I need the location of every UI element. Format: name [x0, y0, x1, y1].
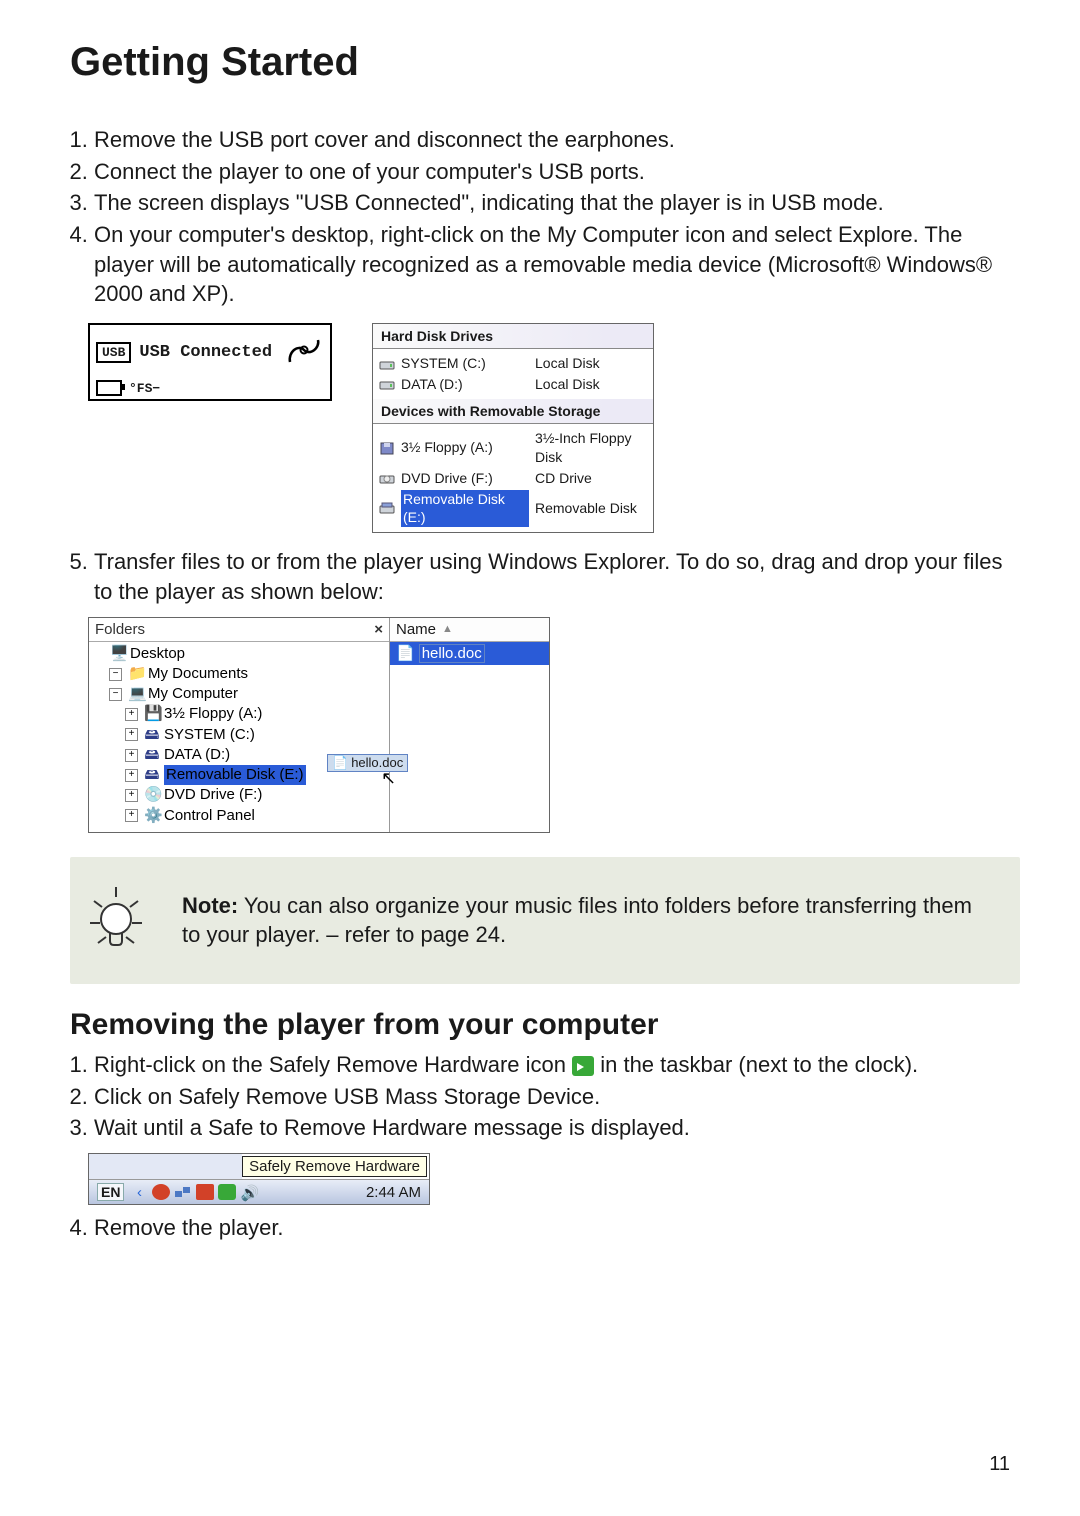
tray-ati-icon[interactable] — [196, 1184, 214, 1200]
figures-usb-and-drives: USB USB Connected °FS− Hard Disk Drives … — [88, 323, 1020, 533]
figure-mycomputer-drives: Hard Disk Drives SYSTEM (C:) Local Disk … — [372, 323, 654, 533]
drive-label: SYSTEM (C:) — [401, 354, 529, 373]
word-doc-icon: 📄 — [396, 644, 415, 662]
main-steps-list: Remove the USB port cover and disconnect… — [70, 125, 1020, 309]
hard-disk-icon: 🖴 — [144, 725, 160, 745]
computer-icon: 💻 — [128, 684, 144, 704]
figure-taskbar-tray: Safely Remove Hardware EN ‹ 🔊 2:44 AM — [88, 1153, 1020, 1205]
column-name: Name — [396, 621, 436, 638]
drive-type: Local Disk — [535, 375, 647, 394]
expand-toggle-icon[interactable]: + — [125, 789, 138, 802]
tray-clock: 2:44 AM — [366, 1184, 421, 1201]
folder-icon: 📁 — [128, 664, 144, 684]
page-title: Getting Started — [70, 40, 1020, 85]
floppy-icon: 💾 — [144, 704, 160, 724]
hard-disk-icon: 🖴 — [144, 745, 160, 765]
drive-label: 3½ Floppy (A:) — [401, 438, 529, 457]
hard-disk-icon — [379, 357, 395, 371]
remove-step-3: Wait until a Safe to Remove Hardware mes… — [94, 1113, 1020, 1143]
drive-type: Removable Disk — [535, 499, 647, 518]
expand-toggle-icon[interactable]: + — [125, 769, 138, 782]
battery-icon — [96, 380, 122, 396]
drive-row: DVD Drive (F:) CD Drive — [379, 468, 647, 489]
sort-asc-icon: ▲ — [442, 623, 453, 635]
hard-disk-icon — [379, 377, 395, 391]
subsection-title: Removing the player from your computer — [70, 1008, 1020, 1042]
loop-icon — [286, 338, 324, 366]
safely-remove-hardware-icon — [572, 1056, 594, 1076]
expand-toggle-icon[interactable]: + — [125, 749, 138, 762]
step-3: The screen displays "USB Connected", ind… — [94, 188, 1020, 218]
remove-steps-list-cont: Remove the player. — [70, 1213, 1020, 1243]
group-hard-disk-drives: Hard Disk Drives — [373, 324, 653, 349]
step-1: Remove the USB port cover and disconnect… — [94, 125, 1020, 155]
expand-toggle-icon[interactable]: − — [109, 668, 122, 681]
safely-remove-hardware-icon[interactable] — [218, 1184, 236, 1200]
tooltip-safely-remove: Safely Remove Hardware — [242, 1156, 427, 1177]
drive-label: Removable Disk (E:) — [401, 490, 529, 528]
expand-toggle-icon[interactable]: + — [125, 708, 138, 721]
word-doc-icon: 📄 — [332, 755, 348, 771]
drive-row: DATA (D:) Local Disk — [379, 374, 647, 395]
floppy-icon — [379, 441, 395, 455]
tray-shield-icon[interactable] — [152, 1184, 170, 1200]
cursor-icon: ↖ — [381, 768, 396, 789]
tree-item-floppy[interactable]: + 💾 3½ Floppy (A:) — [93, 704, 385, 724]
figure-lcd-usb-connected: USB USB Connected °FS− — [88, 323, 332, 401]
tree-item-dvd[interactable]: + 💿 DVD Drive (F:) — [93, 785, 385, 805]
removable-disk-icon: 🖴 — [144, 765, 160, 785]
tree-item-system-c[interactable]: + 🖴 SYSTEM (C:) — [93, 725, 385, 745]
expand-toggle-icon[interactable]: − — [109, 688, 122, 701]
removable-disk-icon — [379, 501, 395, 515]
folders-pane-header: Folders × — [89, 618, 389, 642]
note-text: Note: You can also organize your music f… — [182, 891, 990, 950]
close-icon[interactable]: × — [374, 621, 383, 638]
drive-row-selected: Removable Disk (E:) Removable Disk — [379, 489, 647, 529]
drive-row: 3½ Floppy (A:) 3½-Inch Floppy Disk — [379, 428, 647, 468]
control-panel-icon: ⚙️ — [144, 806, 160, 826]
tray-volume-icon[interactable]: 🔊 — [240, 1184, 258, 1200]
step-5: Transfer files to or from the player usi… — [94, 547, 1020, 606]
drive-label: DVD Drive (F:) — [401, 469, 529, 488]
tray-network-icon[interactable] — [174, 1184, 192, 1200]
drive-type: 3½-Inch Floppy Disk — [535, 429, 647, 467]
cd-drive-icon: 💿 — [144, 785, 160, 805]
tree-item-my-documents[interactable]: − 📁 My Documents — [93, 664, 385, 684]
cd-drive-icon — [379, 471, 395, 485]
drive-type: CD Drive — [535, 469, 647, 488]
note-label: Note: — [182, 893, 238, 918]
system-tray: EN ‹ 🔊 2:44 AM — [89, 1180, 429, 1204]
figure-explorer-drag-drop: Folders × 🖥️ Desktop − 📁 My Documents − … — [88, 617, 1020, 833]
expand-toggle-icon[interactable]: + — [125, 728, 138, 741]
note-callout: Note: You can also organize your music f… — [70, 857, 1020, 984]
step-4: On your computer's desktop, right-click … — [94, 220, 1020, 309]
folders-title: Folders — [95, 621, 145, 638]
tray-expand-icon[interactable]: ‹ — [130, 1184, 148, 1200]
page-number: 11 — [989, 1453, 1010, 1476]
remove-step-2: Click on Safely Remove USB Mass Storage … — [94, 1082, 1020, 1112]
drive-label: DATA (D:) — [401, 375, 529, 394]
tree-item-desktop[interactable]: 🖥️ Desktop — [93, 644, 385, 664]
drive-row: SYSTEM (C:) Local Disk — [379, 353, 647, 374]
expand-toggle-icon[interactable]: + — [125, 809, 138, 822]
tray-icons: ‹ 🔊 — [130, 1184, 258, 1200]
usb-badge: USB — [96, 342, 131, 363]
tree-item-my-computer[interactable]: − 💻 My Computer — [93, 684, 385, 704]
step-2: Connect the player to one of your comput… — [94, 157, 1020, 187]
lcd-fs-text: °FS− — [129, 381, 160, 396]
remove-step-1: Right-click on the Safely Remove Hardwar… — [94, 1050, 1020, 1080]
remove-step-4: Remove the player. — [94, 1213, 1020, 1243]
file-list-header[interactable]: Name ▲ — [390, 618, 549, 642]
usb-connected-text: USB Connected — [139, 343, 272, 362]
desktop-icon: 🖥️ — [110, 644, 126, 664]
group-removable-storage: Devices with Removable Storage — [373, 399, 653, 424]
remove-steps-list: Right-click on the Safely Remove Hardwar… — [70, 1050, 1020, 1143]
language-indicator[interactable]: EN — [97, 1183, 124, 1201]
tree-item-control-panel[interactable]: + ⚙️ Control Panel — [93, 806, 385, 826]
lightbulb-icon — [80, 879, 152, 962]
file-row-selected[interactable]: 📄 hello.doc — [390, 642, 549, 665]
drive-type: Local Disk — [535, 354, 647, 373]
main-steps-list-cont: Transfer files to or from the player usi… — [70, 547, 1020, 606]
